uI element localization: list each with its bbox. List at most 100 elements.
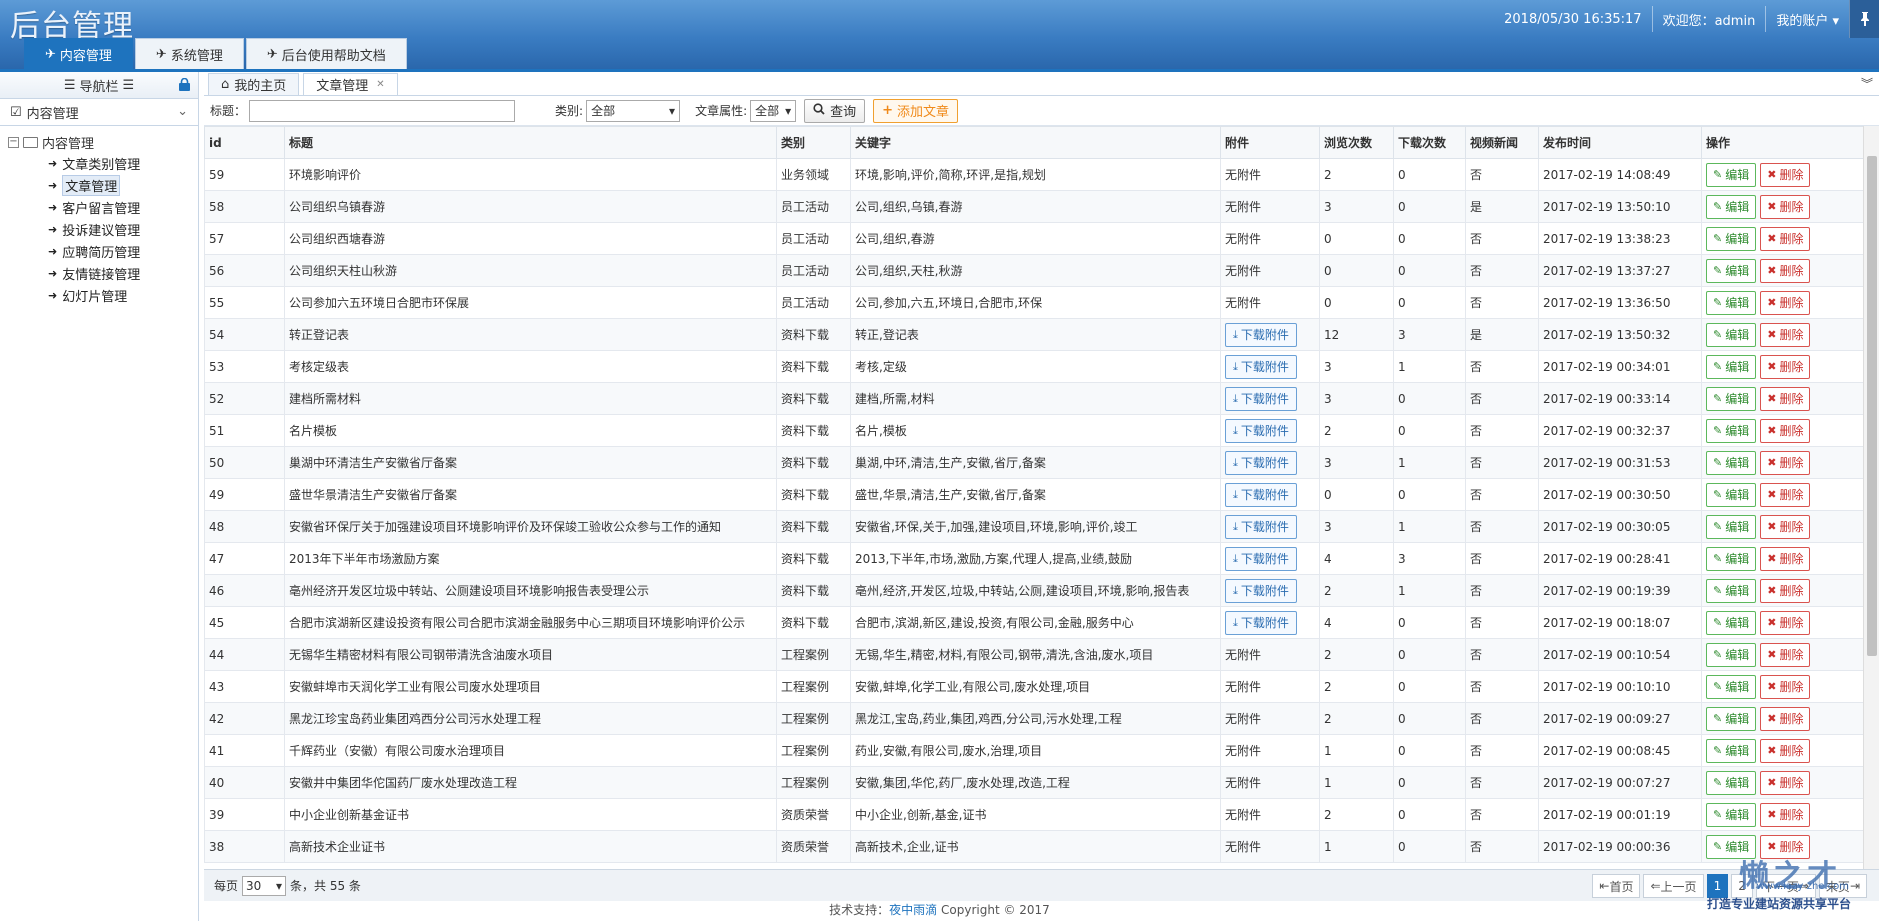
delete-button[interactable]: ✖ 删除	[1760, 194, 1811, 219]
edit-button[interactable]: ✎ 编辑	[1706, 290, 1757, 315]
edit-button[interactable]: ✎ 编辑	[1706, 514, 1757, 539]
download-attachment-button[interactable]: ⤓ 下载附件	[1225, 578, 1297, 603]
delete-button[interactable]: ✖ 删除	[1760, 226, 1811, 251]
close-icon[interactable]: ✕	[376, 79, 384, 90]
sidebar-item-articles[interactable]: ➜ 文章管理	[8, 174, 198, 196]
download-attachment-button[interactable]: ⤓ 下载附件	[1225, 546, 1297, 571]
lock-icon[interactable]	[179, 77, 190, 95]
pin-icon[interactable]	[1849, 0, 1879, 38]
accordion-content-mgmt[interactable]: ☑ 内容管理 ⌄	[0, 99, 198, 126]
delete-button[interactable]: ✖ 删除	[1760, 258, 1811, 283]
edit-icon: ✎	[1713, 232, 1723, 245]
edit-button[interactable]: ✎ 编辑	[1706, 578, 1757, 603]
delete-button[interactable]: ✖ 删除	[1760, 610, 1811, 635]
column-header[interactable]: 标题	[284, 126, 777, 159]
delete-button[interactable]: ✖ 删除	[1760, 290, 1811, 315]
edit-button[interactable]: ✎ 编辑	[1706, 162, 1757, 187]
column-header[interactable]: 类别	[776, 126, 851, 159]
download-attachment-button[interactable]: ⤓ 下载附件	[1225, 450, 1297, 475]
sidebar-item-complaints[interactable]: ➜ 投诉建议管理	[8, 218, 198, 240]
main-tab-help[interactable]: ✈ 后台使用帮助文档	[245, 38, 407, 69]
sidebar-item-slides[interactable]: ➜ 幻灯片管理	[8, 284, 198, 306]
edit-button[interactable]: ✎ 编辑	[1706, 642, 1757, 667]
edit-button[interactable]: ✎ 编辑	[1706, 322, 1757, 347]
delete-button[interactable]: ✖ 删除	[1760, 674, 1811, 699]
download-attachment-button[interactable]: ⤓ 下载附件	[1225, 418, 1297, 443]
edit-button[interactable]: ✎ 编辑	[1706, 610, 1757, 635]
delete-button[interactable]: ✖ 删除	[1760, 770, 1811, 795]
delete-button[interactable]: ✖ 删除	[1760, 162, 1811, 187]
sidebar-item-messages[interactable]: ➜ 客户留言管理	[8, 196, 198, 218]
delete-button[interactable]: ✖ 删除	[1760, 514, 1811, 539]
edit-button[interactable]: ✎ 编辑	[1706, 450, 1757, 475]
delete-button[interactable]: ✖ 删除	[1760, 642, 1811, 667]
vertical-scrollbar[interactable]	[1863, 126, 1879, 869]
edit-button[interactable]: ✎ 编辑	[1706, 482, 1757, 507]
edit-button[interactable]: ✎ 编辑	[1706, 226, 1757, 251]
scrollbar-thumb[interactable]	[1867, 156, 1877, 656]
account-menu[interactable]: 我的账户 ▾	[1776, 10, 1839, 29]
delete-button[interactable]: ✖ 删除	[1760, 546, 1811, 571]
delete-button[interactable]: ✖ 删除	[1760, 706, 1811, 731]
first-page-button[interactable]: ⇤ 首页	[1592, 874, 1641, 898]
collapse-icon[interactable]: −	[8, 136, 19, 148]
cell-downloads: 3	[1393, 542, 1466, 575]
download-attachment-button[interactable]: ⤓ 下载附件	[1225, 322, 1297, 347]
sidebar-item-links[interactable]: ➜ 友情链接管理	[8, 262, 198, 284]
download-attachment-button[interactable]: ⤓ 下载附件	[1225, 386, 1297, 411]
tab-home[interactable]: ⌂ 我的主页	[208, 73, 300, 95]
delete-button[interactable]: ✖ 删除	[1760, 482, 1811, 507]
edit-button[interactable]: ✎ 编辑	[1706, 546, 1757, 571]
delete-button[interactable]: ✖ 删除	[1760, 418, 1811, 443]
table-row: 51 名片模板 资料下载 名片,模板 ⤓ 下载附件 2 0 否 2017-02-19 00:32:…	[204, 414, 1863, 447]
edit-button[interactable]: ✎ 编辑	[1706, 706, 1757, 731]
edit-button[interactable]: ✎ 编辑	[1706, 802, 1757, 827]
double-chevron-down-icon[interactable]: ︾	[1861, 75, 1873, 92]
download-attachment-button[interactable]: ⤓ 下载附件	[1225, 610, 1297, 635]
attr-select[interactable]: 全部 ▾	[750, 99, 797, 122]
edit-button[interactable]: ✎ 编辑	[1706, 418, 1757, 443]
edit-icon: ✎	[1713, 808, 1723, 821]
column-header[interactable]: 关键字	[850, 126, 1221, 159]
add-article-button[interactable]: + 添加文章	[873, 98, 959, 123]
tab-articles[interactable]: 文章管理 ✕	[303, 73, 398, 95]
cell-keywords: 亳州,经济,开发区,垃圾,中转站,公厕,建设项目,环境,影响,报告表	[850, 574, 1221, 607]
query-button[interactable]: 查询	[804, 98, 866, 123]
main-tab-system[interactable]: ✈ 系统管理	[134, 38, 244, 69]
delete-button[interactable]: ✖ 删除	[1760, 738, 1811, 763]
column-header[interactable]: 下载次数	[1393, 126, 1466, 159]
cell-downloads: 0	[1393, 606, 1466, 639]
column-header[interactable]: 附件	[1220, 126, 1320, 159]
edit-button[interactable]: ✎ 编辑	[1706, 738, 1757, 763]
edit-button[interactable]: ✎ 编辑	[1706, 258, 1757, 283]
delete-button[interactable]: ✖ 删除	[1760, 322, 1811, 347]
main-tab-content[interactable]: ✈ 内容管理	[24, 38, 133, 69]
delete-button[interactable]: ✖ 删除	[1760, 450, 1811, 475]
download-attachment-button[interactable]: ⤓ 下载附件	[1225, 354, 1297, 379]
button-label: 编辑	[1725, 808, 1750, 822]
download-attachment-button[interactable]: ⤓ 下载附件	[1225, 482, 1297, 507]
sidebar-item-category[interactable]: ➜ 文章类别管理	[8, 152, 198, 174]
tree-root[interactable]: − 内容管理	[8, 132, 198, 152]
edit-button[interactable]: ✎ 编辑	[1706, 770, 1757, 795]
category-select[interactable]: 全部 ▾	[586, 99, 681, 122]
column-header[interactable]: 浏览次数	[1319, 126, 1394, 159]
edit-button[interactable]: ✎ 编辑	[1706, 386, 1757, 411]
per-page-select[interactable]: 30 ▾	[242, 875, 287, 896]
column-header[interactable]: 视频新闻	[1465, 126, 1539, 159]
delete-button[interactable]: ✖ 删除	[1760, 802, 1811, 827]
column-header[interactable]: 发布时间	[1538, 126, 1702, 159]
title-search-input[interactable]	[249, 99, 516, 122]
column-header[interactable]: 操作	[1701, 126, 1863, 159]
column-header[interactable]: id	[204, 126, 285, 159]
cell-id: 39	[204, 798, 285, 831]
delete-button[interactable]: ✖ 删除	[1760, 354, 1811, 379]
author-link[interactable]: 夜中雨滴	[889, 903, 937, 917]
edit-button[interactable]: ✎ 编辑	[1706, 354, 1757, 379]
sidebar-item-resumes[interactable]: ➜ 应聘简历管理	[8, 240, 198, 262]
delete-button[interactable]: ✖ 删除	[1760, 578, 1811, 603]
delete-button[interactable]: ✖ 删除	[1760, 386, 1811, 411]
edit-button[interactable]: ✎ 编辑	[1706, 674, 1757, 699]
download-attachment-button[interactable]: ⤓ 下载附件	[1225, 514, 1297, 539]
edit-button[interactable]: ✎ 编辑	[1706, 194, 1757, 219]
